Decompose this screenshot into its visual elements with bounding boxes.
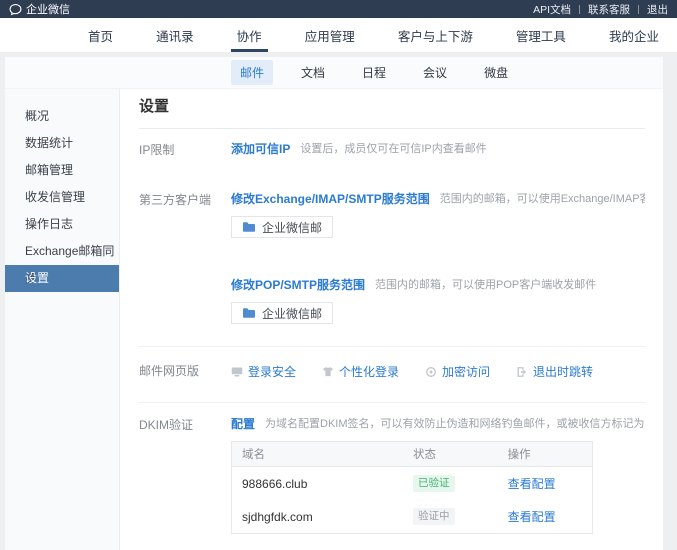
divider [139, 402, 645, 403]
settings-main: 设置 IP限制 添加可信IP 设置后，成员仅可在可信IP内查看邮件 第三方客户端 [120, 89, 663, 550]
lock-icon [425, 366, 437, 378]
section-ip-limit: IP限制 添加可信IP 设置后，成员仅可在可信IP内查看邮件 [139, 142, 645, 158]
column-header-domain: 域名 [232, 442, 404, 467]
dkim-domain-table: 域名 状态 操作 988666.club 已验证 查看配置 [231, 441, 593, 534]
encrypted-access-link[interactable]: 加密访问 [425, 363, 490, 380]
encrypted-access-label: 加密访问 [442, 363, 490, 380]
nav-item-admin-tools[interactable]: 管理工具 [516, 18, 566, 52]
sidebar-item-operation-log[interactable]: 操作日志 [5, 211, 119, 238]
view-config-link[interactable]: 查看配置 [508, 510, 556, 524]
section-label: IP限制 [139, 142, 231, 158]
collab-tabs: 邮件 文档 日程 会议 微盘 [5, 57, 663, 89]
dkim-desc: 为域名配置DKIM签名，可以有效防止伪造和网络钓鱼邮件，或被收信方标记为垃圾邮件 [265, 417, 645, 432]
login-security-link[interactable]: 登录安全 [231, 363, 296, 380]
sidebar-item-overview[interactable]: 概况 [5, 103, 119, 130]
topbar-links: API文档 联系客服 退出 [533, 2, 668, 17]
pop-scope-tag[interactable]: 企业微信邮 [231, 302, 333, 324]
exchange-scope-desc: 范围内的邮箱，可以使用Exchange/IMAP客户端收发邮件 [440, 192, 645, 207]
pop-scope-desc: 范围内的邮箱，可以使用POP客户端收发邮件 [375, 278, 596, 293]
section-label: 第三方客户端 [139, 192, 231, 208]
personalized-login-link[interactable]: 个性化登录 [322, 363, 399, 380]
divider [139, 128, 645, 129]
sidebar-item-mailbox-management[interactable]: 邮箱管理 [5, 157, 119, 184]
section-webmail: 邮件网页版 登录安全 [139, 363, 645, 380]
nav-item-app-management[interactable]: 应用管理 [305, 18, 355, 52]
brand: 企业微信 [9, 1, 70, 17]
column-header-action: 操作 [498, 442, 593, 467]
nav-item-contacts[interactable]: 通讯录 [156, 18, 194, 52]
nav-item-collaboration[interactable]: 协作 [237, 18, 262, 52]
sidebar-item-exchange-sync[interactable]: Exchange邮箱同步 [5, 238, 119, 265]
nav-item-my-company[interactable]: 我的企业 [609, 18, 659, 52]
table-row: 988666.club 已验证 查看配置 [232, 467, 593, 501]
personalized-login-label: 个性化登录 [339, 363, 399, 380]
section-label: DKIM验证 [139, 417, 231, 433]
modify-pop-smtp-link[interactable]: 修改POP/SMTP服务范围 [231, 278, 365, 293]
tshirt-icon [322, 366, 334, 378]
login-security-label: 登录安全 [248, 363, 296, 380]
section-label: 邮件网页版 [139, 363, 231, 379]
ip-limit-desc: 设置后，成员仅可在可信IP内查看邮件 [300, 142, 486, 157]
content-panel: 邮件 文档 日程 会议 微盘 概况 数据统计 邮箱管理 收发信管理 操作日志 E… [5, 57, 663, 550]
logout-redirect-link[interactable]: 退出时跳转 [516, 363, 593, 380]
domain-cell: sjdhgfdk.com [232, 500, 404, 534]
content-row: 概况 数据统计 邮箱管理 收发信管理 操作日志 Exchange邮箱同步 设置 … [5, 89, 663, 550]
page-title: 设置 [139, 98, 645, 116]
nav-item-home[interactable]: 首页 [88, 18, 113, 52]
domain-cell: 988666.club [232, 467, 404, 501]
sidebar-item-statistics[interactable]: 数据统计 [5, 130, 119, 157]
separator [579, 5, 580, 14]
table-header-row: 域名 状态 操作 [232, 442, 593, 467]
status-badge-pending: 验证中 [413, 508, 455, 525]
tab-meeting[interactable]: 会议 [414, 60, 456, 85]
main-nav: 首页 通讯录 协作 应用管理 客户与上下游 管理工具 我的企业 [0, 18, 677, 52]
scope-name: 企业微信邮 [262, 219, 322, 236]
folder-icon [242, 221, 256, 233]
topbar-link-contact-support[interactable]: 联系客服 [588, 2, 630, 17]
divider [139, 346, 645, 347]
section-dkim: DKIM验证 配置 为域名配置DKIM签名，可以有效防止伪造和网络钓鱼邮件，或被… [139, 417, 645, 534]
topbar-link-logout[interactable]: 退出 [647, 2, 668, 17]
dkim-configure-link[interactable]: 配置 [231, 417, 255, 432]
enterprise-wechat-admin: 企业微信 API文档 联系客服 退出 首页 通讯录 协作 应用管理 客户与上下游… [0, 0, 677, 550]
sidebar-item-settings[interactable]: 设置 [5, 265, 119, 292]
tab-calendar[interactable]: 日程 [353, 60, 395, 85]
section-third-party-clients: 第三方客户端 修改Exchange/IMAP/SMTP服务范围 范围内的邮箱，可… [139, 192, 645, 324]
tab-drive[interactable]: 微盘 [475, 60, 517, 85]
modify-exchange-imap-smtp-link[interactable]: 修改Exchange/IMAP/SMTP服务范围 [231, 192, 430, 207]
logout-redirect-label: 退出时跳转 [533, 363, 593, 380]
separator [638, 5, 639, 14]
view-config-link[interactable]: 查看配置 [508, 477, 556, 491]
add-trusted-ip-link[interactable]: 添加可信IP [231, 142, 290, 157]
tab-mail[interactable]: 邮件 [231, 60, 273, 85]
folder-icon [242, 307, 256, 319]
column-header-status: 状态 [403, 442, 498, 467]
scope-name: 企业微信邮 [262, 305, 322, 322]
table-row: sjdhgfdk.com 验证中 查看配置 [232, 500, 593, 534]
sidebar-item-send-receive[interactable]: 收发信管理 [5, 184, 119, 211]
status-badge-verified: 已验证 [413, 475, 455, 492]
chat-bubble-logo-icon [9, 3, 22, 16]
monitor-icon [231, 366, 243, 378]
exchange-scope-tag[interactable]: 企业微信邮 [231, 216, 333, 238]
nav-item-customers[interactable]: 客户与上下游 [398, 18, 473, 52]
topbar-link-api-docs[interactable]: API文档 [533, 2, 571, 17]
tab-docs[interactable]: 文档 [292, 60, 334, 85]
mail-sidebar: 概况 数据统计 邮箱管理 收发信管理 操作日志 Exchange邮箱同步 设置 [5, 89, 120, 550]
exit-icon [516, 366, 528, 378]
brand-name: 企业微信 [26, 1, 70, 17]
topbar: 企业微信 API文档 联系客服 退出 [0, 0, 677, 18]
